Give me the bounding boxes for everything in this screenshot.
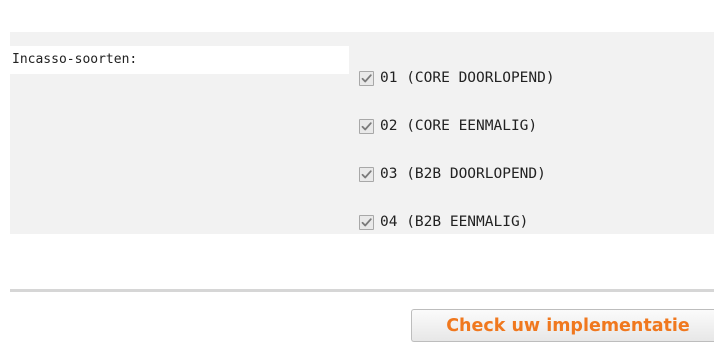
option-04-label[interactable]: 04 (B2B EENMALIG) (380, 214, 528, 230)
option-02-checkbox[interactable] (359, 118, 374, 134)
option-03-checkbox[interactable] (359, 166, 374, 182)
option-02-core-eenmalig[interactable]: 02 (CORE EENMALIG) (359, 102, 555, 150)
option-03-label[interactable]: 03 (B2B DOORLOPEND) (380, 166, 546, 182)
option-04-b2b-eenmalig[interactable]: 04 (B2B EENMALIG) (359, 198, 555, 246)
option-01-checkbox[interactable] (359, 70, 374, 86)
section-divider (10, 289, 714, 292)
checkmark-icon (361, 217, 372, 226)
option-01-core-doorlopend[interactable]: 01 (CORE DOORLOPEND) (359, 54, 555, 102)
incasso-form-panel: Incasso-soorten: 01 (CORE DOORLOPEND) 02… (10, 32, 714, 234)
option-03-b2b-doorlopend[interactable]: 03 (B2B DOORLOPEND) (359, 150, 555, 198)
incasso-options-list: 01 (CORE DOORLOPEND) 02 (CORE EENMALIG) … (359, 54, 555, 246)
page: Incasso-soorten: 01 (CORE DOORLOPEND) 02… (0, 0, 714, 342)
option-02-label[interactable]: 02 (CORE EENMALIG) (380, 118, 537, 134)
incasso-soorten-label: Incasso-soorten: (10, 46, 349, 74)
checkmark-icon (361, 121, 372, 130)
option-01-label[interactable]: 01 (CORE DOORLOPEND) (380, 70, 555, 86)
check-implementation-button[interactable]: Check uw implementatie (411, 309, 714, 342)
checkmark-icon (361, 73, 372, 82)
option-04-checkbox[interactable] (359, 214, 374, 230)
checkmark-icon (361, 169, 372, 178)
